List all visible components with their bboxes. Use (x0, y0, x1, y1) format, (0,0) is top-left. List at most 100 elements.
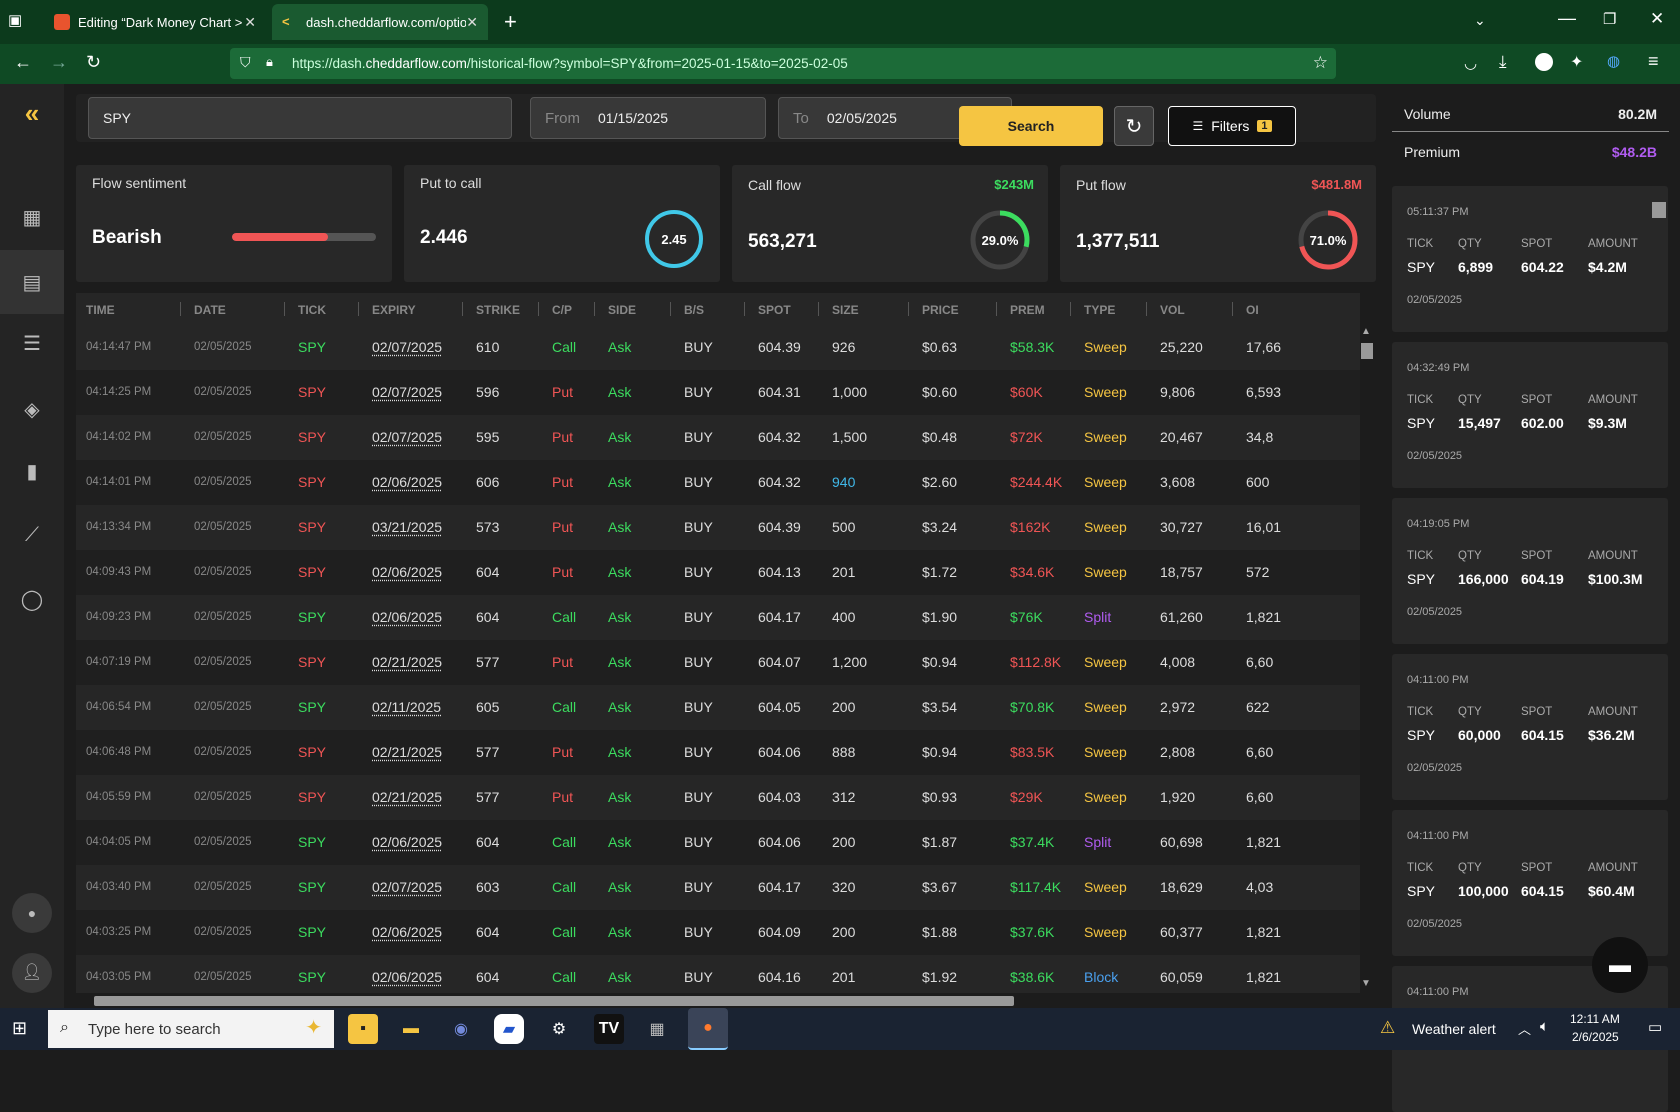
address-field[interactable]: ⛉ 🔒︎ https://dash. cheddarflow.com/histor… (230, 48, 1336, 79)
cell-expiry[interactable]: 02/06/2025 (372, 474, 442, 490)
column-header[interactable]: B/S (684, 303, 704, 317)
cell-expiry[interactable]: 02/21/2025 (372, 654, 442, 670)
calendar-icon[interactable]: ▤ (0, 250, 64, 314)
table-row[interactable]: 04:06:48 PM 02/05/2025 SPY 02/21/2025 577 Put… (76, 730, 1360, 775)
cell-expiry[interactable]: 02/06/2025 (372, 969, 442, 985)
table-row[interactable]: 04:06:54 PM 02/05/2025 SPY 02/11/2025 605 Cal… (76, 685, 1360, 730)
chat-icon[interactable]: ▬ (1592, 937, 1648, 993)
cell-expiry[interactable]: 02/06/2025 (372, 564, 442, 580)
tradingview-icon[interactable]: TV (594, 1014, 624, 1044)
table-row[interactable]: 04:13:34 PM 02/05/2025 SPY 03/21/2025 573 Put… (76, 505, 1360, 550)
column-header[interactable]: SIDE (608, 303, 636, 317)
cell-expiry[interactable]: 03/21/2025 (372, 519, 442, 535)
cell-expiry[interactable]: 02/06/2025 (372, 609, 442, 625)
table-row[interactable]: 04:09:43 PM 02/05/2025 SPY 02/06/2025 604 Put… (76, 550, 1360, 595)
status-dot-icon[interactable]: ● (0, 884, 64, 942)
column-separator[interactable] (358, 302, 359, 316)
cell-expiry[interactable]: 02/11/2025 (372, 699, 441, 715)
table-row[interactable]: 04:03:25 PM 02/05/2025 SPY 02/06/2025 604 Cal… (76, 910, 1360, 955)
column-separator[interactable] (670, 302, 671, 316)
trade-card[interactable]: 05:11:37 PM TICK SPY QTY 6,899 SPOT 604.22 AMOU… (1392, 186, 1668, 332)
column-separator[interactable] (284, 302, 285, 316)
column-separator[interactable] (1146, 302, 1147, 316)
mail-app-icon[interactable]: ▰ (494, 1014, 524, 1044)
table-row[interactable]: 04:14:25 PM 02/05/2025 SPY 02/07/2025 596 Put… (76, 370, 1360, 415)
cell-expiry[interactable]: 02/21/2025 (372, 789, 442, 805)
table-horizontal-scroll-thumb[interactable] (94, 996, 1014, 1006)
scroll-down-icon[interactable]: ▼ (1361, 978, 1371, 989)
table-row[interactable]: 04:07:19 PM 02/05/2025 SPY 02/21/2025 577 Put… (76, 640, 1360, 685)
cell-expiry[interactable]: 02/07/2025 (372, 429, 442, 445)
dashboard-grid-icon[interactable]: ▦ (0, 188, 64, 246)
file-explorer-icon[interactable]: ▬ (396, 1014, 426, 1044)
scroll-up-icon[interactable]: ▲ (1361, 326, 1371, 337)
pocket-icon[interactable]: ◡ (1464, 54, 1477, 72)
cell-expiry[interactable]: 02/06/2025 (372, 924, 442, 940)
table-vertical-scrollbar[interactable] (1360, 326, 1374, 992)
extension-badge-icon[interactable]: ◍ (1607, 52, 1620, 70)
table-row[interactable]: 04:14:02 PM 02/05/2025 SPY 02/07/2025 595 Put… (76, 415, 1360, 460)
bar-chart-icon[interactable]: ▮ (0, 442, 64, 500)
cell-expiry[interactable]: 02/06/2025 (372, 834, 442, 850)
filters-button[interactable]: ☰ Filters 1 (1168, 106, 1296, 146)
column-separator[interactable] (908, 302, 909, 316)
account-icon[interactable] (1535, 53, 1553, 71)
tab-cheddarflow[interactable]: < dash.cheddarflow.com/options- ✕ (272, 4, 488, 40)
trade-card[interactable]: 04:19:05 PM TICK SPY QTY 166,000 SPOT 604.19 AM… (1392, 498, 1668, 644)
table-row[interactable]: 04:04:05 PM 02/05/2025 SPY 02/06/2025 604 Cal… (76, 820, 1360, 865)
sticky-notes-icon[interactable]: ▪ (348, 1014, 378, 1044)
menu-icon[interactable]: ≡ (1648, 51, 1659, 72)
column-header[interactable]: OI (1246, 303, 1259, 317)
forward-icon[interactable]: → (50, 52, 68, 73)
cell-expiry[interactable]: 02/21/2025 (372, 744, 442, 760)
column-header[interactable]: PRICE (922, 303, 959, 317)
column-separator[interactable] (1070, 302, 1071, 316)
clock-date[interactable]: 2/6/2025 (1572, 1030, 1619, 1044)
column-header[interactable]: DATE (194, 303, 226, 317)
tray-chevron-icon[interactable]: ︿ (1518, 1019, 1531, 1038)
column-header[interactable]: SIZE (832, 303, 859, 317)
column-separator[interactable] (996, 302, 997, 316)
trade-card[interactable]: 04:11:00 PM TICK SPY QTY 60,000 SPOT 604.15 AMO… (1392, 654, 1668, 800)
column-header[interactable]: SPOT (758, 303, 791, 317)
symbol-input[interactable]: SPY (88, 97, 512, 139)
column-header[interactable]: PREM (1010, 303, 1045, 317)
trade-card[interactable]: 04:11:00 PM TICK SPY QTY 100,000 SPOT 604.15 AM… (1392, 810, 1668, 956)
restore-icon[interactable]: ❐ (1603, 10, 1616, 28)
column-header[interactable]: VOL (1160, 303, 1185, 317)
volume-icon[interactable]: 🔈︎ (1540, 1018, 1549, 1035)
column-header[interactable]: TICK (298, 303, 326, 317)
clock-time[interactable]: 12:11 AM (1570, 1012, 1620, 1026)
weather-alert-text[interactable]: Weather alert (1412, 1021, 1496, 1037)
from-date-field[interactable]: From 01/15/2025 (530, 97, 766, 139)
column-separator[interactable] (462, 302, 463, 316)
cell-expiry[interactable]: 02/07/2025 (372, 339, 442, 355)
bookmark-star-icon[interactable]: ☆ (1313, 53, 1328, 73)
new-tab-button[interactable]: + (504, 9, 517, 35)
column-separator[interactable] (744, 302, 745, 316)
column-separator[interactable] (538, 302, 539, 316)
profile-icon[interactable]: 👤︎ (0, 944, 64, 1002)
weather-alert-icon[interactable]: ⚠ (1380, 1018, 1395, 1038)
column-separator[interactable] (594, 302, 595, 316)
table-row[interactable]: 04:03:40 PM 02/05/2025 SPY 02/07/2025 603 Cal… (76, 865, 1360, 910)
list-icon[interactable]: ☰ (0, 314, 64, 372)
downloads-icon[interactable]: ⤓ (1499, 52, 1507, 72)
column-header[interactable]: EXPIRY (372, 303, 416, 317)
extensions-icon[interactable]: ✦ (1570, 52, 1583, 72)
column-header[interactable]: TYPE (1084, 303, 1115, 317)
table-row[interactable]: 04:09:23 PM 02/05/2025 SPY 02/06/2025 604 Cal… (76, 595, 1360, 640)
firefox-icon[interactable]: ● (688, 1008, 728, 1050)
column-separator[interactable] (1232, 302, 1233, 316)
tab-list-icon[interactable]: ▣ (8, 11, 30, 31)
settings-gear-icon[interactable]: ⚙ (544, 1014, 574, 1044)
tab-close-icon[interactable]: ✕ (466, 14, 478, 31)
table-row[interactable]: 04:14:01 PM 02/05/2025 SPY 02/06/2025 606 Put… (76, 460, 1360, 505)
table-vertical-scroll-thumb[interactable] (1361, 343, 1373, 359)
table-row[interactable]: 04:05:59 PM 02/05/2025 SPY 02/21/2025 577 Put… (76, 775, 1360, 820)
column-header[interactable]: STRIKE (476, 303, 520, 317)
refresh-button[interactable]: ↻ (1114, 106, 1154, 146)
layers-icon[interactable]: ◈ (0, 380, 64, 438)
trade-card[interactable]: 04:32:49 PM TICK SPY QTY 15,497 SPOT 602.00 AMO… (1392, 342, 1668, 488)
tab-overflow-chevron-icon[interactable]: ⌄ (1474, 12, 1486, 29)
